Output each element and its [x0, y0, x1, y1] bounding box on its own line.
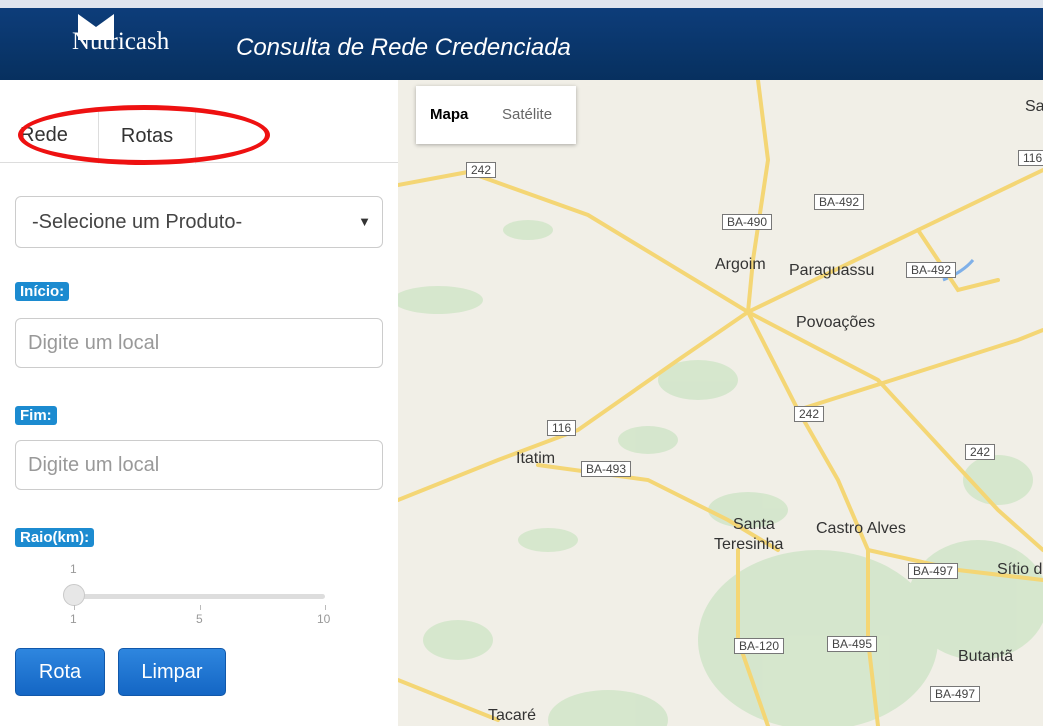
page-title: Consulta de Rede Credenciada [236, 34, 571, 61]
start-input[interactable]: Digite um local [15, 318, 383, 368]
road-shield: BA-497 [930, 686, 981, 702]
slider-tick [200, 605, 201, 610]
road-shield: BA-495 [827, 636, 878, 652]
road-shield: BA-492 [906, 262, 957, 278]
map-place-label: Argoim [715, 256, 766, 273]
map-place-label: Sítio d [997, 561, 1043, 578]
road-shield: 242 [794, 406, 825, 422]
map-place-label: Teresinha [714, 536, 784, 553]
road-shield: BA-493 [581, 461, 632, 477]
product-select[interactable]: -Selecione um Produto- ▼ [15, 196, 383, 248]
slider-tick [325, 605, 326, 610]
slider-min-label: 1 [70, 612, 77, 626]
map-type-satellite-button[interactable]: Satélite [502, 106, 552, 123]
road-shield: 242 [965, 444, 996, 460]
map-place-label: Paraguassu [789, 262, 875, 279]
red-annotation-oval [18, 105, 270, 165]
map[interactable]: Mapa Satélite Argoim Paraguassu Povoaçõe… [398, 80, 1043, 726]
map-place-label: Povoações [796, 314, 876, 331]
sidebar: Rede Rotas [0, 80, 399, 726]
brand-name: Nutricash [72, 28, 170, 55]
map-place-label: Sa [1025, 98, 1043, 115]
end-label: Fim: [15, 406, 57, 425]
route-button[interactable]: Rota [15, 648, 105, 696]
slider-max-label: 10 [317, 612, 331, 626]
clear-button[interactable]: Limpar [118, 648, 226, 696]
road-shield: BA-497 [908, 563, 959, 579]
road-shield: 242 [466, 162, 497, 178]
road-shield: 116 [1018, 150, 1043, 166]
map-place-label: Itatim [516, 450, 556, 467]
road-shield: BA-120 [734, 638, 785, 654]
map-place-label: Tacaré [488, 707, 537, 724]
map-type-map-button[interactable]: Mapa [430, 106, 468, 123]
product-select-value: -Selecione um Produto- [32, 211, 243, 233]
map-place-label: Butantã [958, 648, 1014, 665]
road-shield: BA-492 [814, 194, 865, 210]
start-label: Início: [15, 282, 70, 301]
map-place-label: Santa [733, 516, 775, 533]
app-header: Nutricash Consulta de Rede Credenciada [0, 0, 1043, 80]
end-input[interactable]: Digite um local [15, 440, 383, 490]
caret-down-icon: ▼ [358, 214, 371, 229]
radius-slider-track[interactable] [72, 594, 325, 599]
radius-label: Raio(km): [15, 528, 95, 547]
slider-tick [74, 605, 75, 610]
map-place-label: Castro Alves [816, 520, 906, 537]
slider-current-value: 1 [70, 562, 77, 576]
slider-mid-label: 5 [196, 612, 203, 626]
road-shield: 116 [547, 420, 577, 436]
map-type-control: Mapa Satélite [416, 86, 576, 144]
road-shield: BA-490 [722, 214, 773, 230]
radius-slider-handle[interactable] [63, 584, 85, 606]
